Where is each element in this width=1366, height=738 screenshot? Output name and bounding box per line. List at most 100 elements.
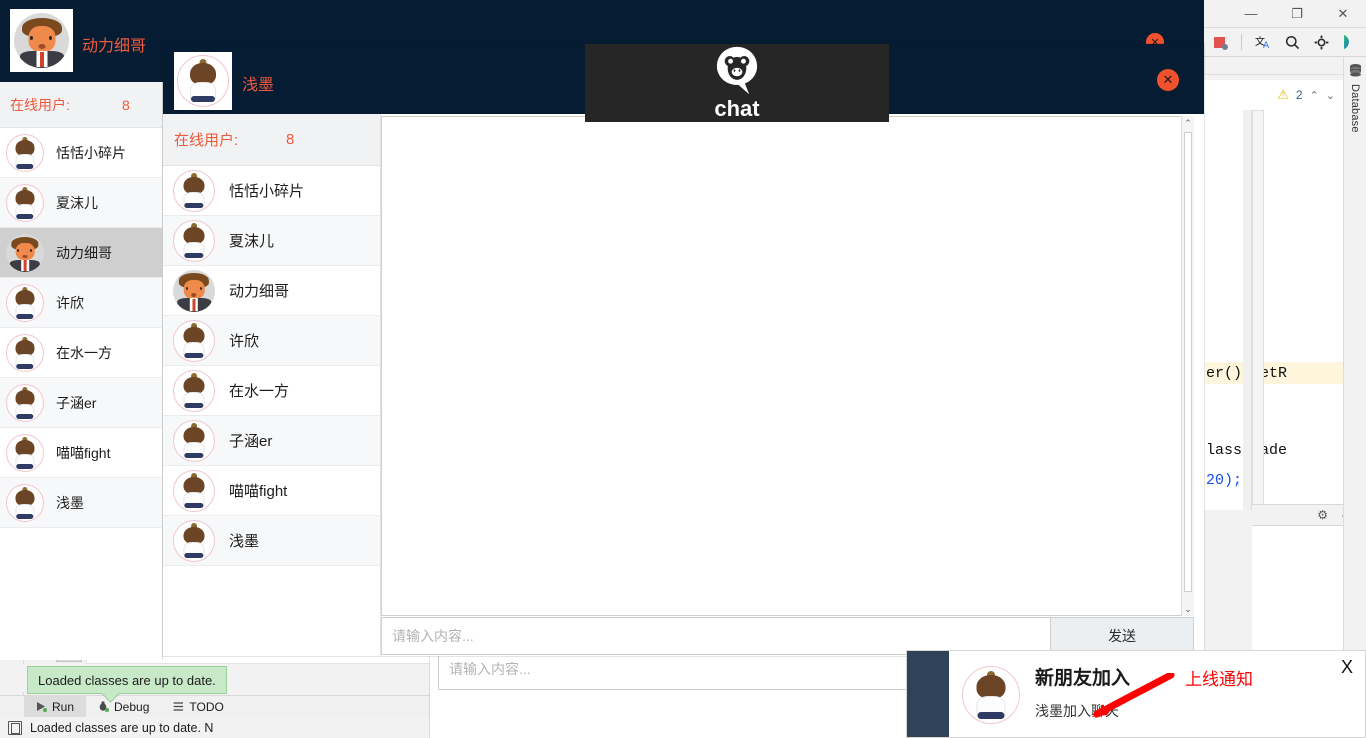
chat-front-close-button[interactable]: ✕ bbox=[1157, 69, 1179, 91]
status-panel-icon[interactable] bbox=[8, 720, 22, 735]
chat-front-title: 浅墨 bbox=[242, 77, 275, 94]
sidebar-item-database[interactable]: Database bbox=[1343, 57, 1366, 247]
chat-front-logo-banner: chat bbox=[585, 44, 889, 122]
avatar bbox=[6, 183, 44, 222]
avatar bbox=[6, 233, 44, 272]
list-item-label: 喵喵fight bbox=[229, 483, 288, 500]
chat-front-online-header: 在线用户: 8 bbox=[163, 114, 380, 166]
list-item-label: 在水一方 bbox=[56, 344, 112, 361]
avatar bbox=[173, 419, 215, 462]
list-item[interactable]: 恬恬小碎片 bbox=[163, 166, 380, 216]
toolbar-divider bbox=[1241, 34, 1242, 50]
chat-front-message-scrollbar[interactable]: ⌃ ⌄ bbox=[1181, 116, 1194, 616]
chat-back-online-label: 在线用户: bbox=[10, 96, 70, 113]
tab-run-label: Run bbox=[52, 699, 75, 714]
scroll-thumb[interactable] bbox=[1184, 132, 1192, 592]
window-maximize-button[interactable]: ❐ bbox=[1274, 0, 1320, 28]
database-tab-label: Database bbox=[1349, 84, 1361, 133]
list-item[interactable]: 动力细哥 bbox=[0, 228, 162, 278]
avatar bbox=[6, 133, 44, 172]
avatar bbox=[6, 333, 44, 372]
list-item[interactable]: 恬恬小碎片 bbox=[0, 128, 162, 178]
list-item[interactable]: 子涵er bbox=[163, 416, 380, 466]
list-item[interactable]: 子涵er bbox=[0, 378, 162, 428]
translate-icon[interactable]: 文A bbox=[1253, 32, 1273, 52]
close-icon: ✕ bbox=[1337, 5, 1349, 21]
list-item-label: 子涵er bbox=[56, 394, 97, 411]
list-item[interactable]: 许欣 bbox=[0, 278, 162, 328]
chat-front-message-area[interactable] bbox=[381, 116, 1193, 616]
chat-front-user-list[interactable]: 恬恬小碎片夏沫儿动力细哥许欣在水一方子涵er 喵喵fight 浅墨 bbox=[163, 166, 380, 566]
debug-bug-icon bbox=[99, 701, 110, 712]
list-item[interactable]: 在水一方 bbox=[163, 366, 380, 416]
avatar bbox=[6, 383, 44, 422]
tab-debug-label: Debug bbox=[114, 699, 150, 714]
scroll-up-arrow-icon[interactable]: ⌃ bbox=[1182, 116, 1194, 130]
ide-editor-gutter bbox=[1243, 110, 1252, 510]
ide-code-editor[interactable]: er().getR lassLoade 20); bbox=[1200, 110, 1343, 510]
search-icon[interactable] bbox=[1282, 32, 1302, 52]
toast-close-button[interactable]: X bbox=[1341, 657, 1353, 678]
list-item-label: 夏沫儿 bbox=[229, 233, 275, 250]
avatar bbox=[173, 469, 215, 512]
build-tooltip: Loaded classes are up to date. bbox=[27, 666, 227, 694]
stop-red-icon[interactable] bbox=[1210, 32, 1230, 52]
ide-tool-window-tabs: Run Debug TODO bbox=[0, 695, 490, 718]
list-item[interactable]: 喵喵fight bbox=[0, 428, 162, 478]
chat-third-input-placeholder: 请输入内容... bbox=[449, 661, 531, 677]
chat-back-avatar bbox=[10, 9, 73, 72]
svg-text:A: A bbox=[1263, 41, 1270, 50]
chat-back-user-panel-footer bbox=[0, 577, 163, 660]
list-item[interactable]: 夏沫儿 bbox=[0, 178, 162, 228]
list-item-label: 许欣 bbox=[56, 294, 84, 311]
avatar bbox=[6, 433, 44, 472]
avatar bbox=[173, 219, 215, 262]
list-item[interactable]: 喵喵fight bbox=[163, 466, 380, 516]
tab-debug[interactable]: Debug bbox=[86, 696, 161, 718]
list-item-label: 动力细哥 bbox=[229, 283, 290, 300]
list-item[interactable]: 动力细哥 bbox=[163, 266, 380, 316]
database-icon bbox=[1349, 64, 1361, 77]
maximize-icon: ❐ bbox=[1291, 5, 1303, 21]
screen-root: — ❐ ✕ 文 A ⚠ 2 ⌃ ⌄ 20); ⚙ Database Loaded… bbox=[0, 0, 1366, 738]
avatar bbox=[6, 283, 44, 322]
scroll-down-arrow-icon[interactable]: ⌄ bbox=[1182, 602, 1194, 616]
window-minimize-button[interactable]: — bbox=[1228, 0, 1274, 28]
play-gradient-icon[interactable] bbox=[1340, 32, 1360, 52]
tab-todo[interactable]: TODO bbox=[161, 696, 235, 718]
avatar bbox=[173, 319, 215, 362]
chat-monkey-logo-icon bbox=[716, 46, 758, 95]
list-item[interactable]: 浅墨 bbox=[0, 478, 162, 528]
chat-window-front[interactable]: 浅墨 ✕ 在线用户: 8 恬恬小碎片夏沫儿动力细哥许欣在水一方子涵er 喵喵fig… bbox=[163, 44, 1204, 656]
list-item[interactable]: 夏沫儿 bbox=[163, 216, 380, 266]
chevron-up-icon[interactable]: ⌃ bbox=[1310, 89, 1319, 102]
list-item-label: 许欣 bbox=[229, 333, 260, 350]
minimize-icon: — bbox=[1244, 6, 1258, 21]
list-item[interactable]: 浅墨 bbox=[163, 516, 380, 566]
tab-todo-label: TODO bbox=[189, 699, 224, 714]
list-item-label: 子涵er bbox=[229, 433, 273, 450]
toast-accent-bar bbox=[907, 651, 949, 737]
new-friend-toast[interactable]: 新朋友加入 浅墨加入聊天 上线通知 X bbox=[906, 650, 1366, 738]
list-item[interactable]: 在水一方 bbox=[0, 328, 162, 378]
build-tooltip-text: Loaded classes are up to date. bbox=[38, 672, 216, 688]
panel-gear-icon[interactable]: ⚙ bbox=[1317, 508, 1328, 522]
gear-icon[interactable] bbox=[1311, 32, 1331, 52]
chat-front-avatar bbox=[174, 52, 232, 110]
toast-close-label: X bbox=[1340, 657, 1353, 677]
todo-list-icon bbox=[173, 702, 184, 711]
list-item[interactable]: 许欣 bbox=[163, 316, 380, 366]
chat-back-user-list[interactable]: 恬恬小碎片 夏沫儿 动力细哥许欣在水一方子涵er 喵喵fight 浅墨 bbox=[0, 128, 162, 528]
chevron-down-icon[interactable]: ⌄ bbox=[1326, 89, 1335, 102]
code-line-3: 20); bbox=[1206, 472, 1243, 489]
warning-count: 2 bbox=[1295, 88, 1303, 102]
toast-annotation-label: 上线通知 bbox=[1185, 670, 1253, 689]
window-close-button[interactable]: ✕ bbox=[1320, 0, 1366, 28]
ide-editor-scrollbar[interactable] bbox=[1252, 110, 1264, 510]
chat-front-online-label: 在线用户: bbox=[174, 132, 239, 149]
chat-back-title: 动力细哥 bbox=[82, 38, 147, 55]
chat-front-send-label: 发送 bbox=[1108, 628, 1136, 644]
tab-run[interactable]: Run bbox=[24, 695, 87, 718]
ide-inspection-widget: ⚠ 2 ⌃ ⌄ bbox=[1200, 80, 1343, 110]
chat-front-online-count: 8 bbox=[286, 131, 295, 148]
